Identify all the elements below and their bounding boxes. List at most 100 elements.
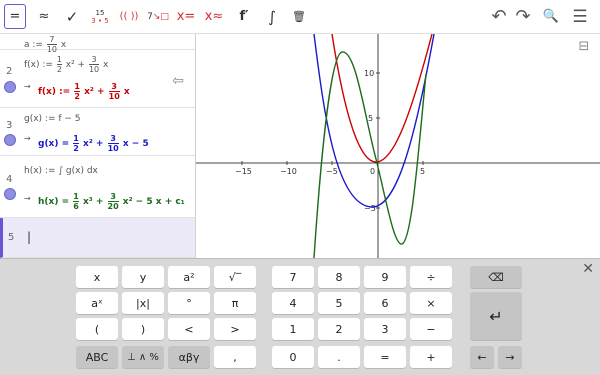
substitute-button[interactable]: 7 ↘□ — [146, 4, 170, 29]
abc-key[interactable]: ABC — [76, 346, 118, 368]
fraction-bottom: 3 • 5 — [91, 16, 109, 25]
redo-button[interactable]: ↷ — [512, 4, 534, 29]
key-abs[interactable]: |x| — [122, 292, 164, 314]
key-a-power-x[interactable]: aˣ — [76, 292, 118, 314]
key-5[interactable]: 5 — [318, 292, 360, 314]
greek-key[interactable]: αβγ — [168, 346, 210, 368]
check-button[interactable]: ✓ — [60, 4, 84, 29]
row-number: 2 — [6, 66, 13, 77]
row3-out-mid: x² + — [79, 139, 107, 149]
key-greater-than[interactable]: > — [214, 318, 256, 340]
approx-button[interactable]: ≈ — [32, 4, 56, 29]
key-sqrt[interactable]: √‾ — [214, 266, 256, 288]
enter-key[interactable]: ↵ — [470, 292, 522, 340]
close-keyboard-icon[interactable]: ✕ — [582, 261, 594, 277]
key-0[interactable]: 0 — [272, 346, 314, 368]
row4-out-lhs: h(x) = — [38, 197, 73, 207]
undo-button[interactable]: ↶ — [488, 4, 510, 29]
key-8[interactable]: 8 — [318, 266, 360, 288]
row3-out-frac1: 12 — [73, 134, 79, 153]
algebra-input-field[interactable]: | — [27, 230, 31, 244]
visibility-toggle[interactable] — [4, 188, 16, 200]
equals-button[interactable]: = — [4, 4, 26, 29]
algebra-input-row[interactable]: 5 | — [0, 218, 195, 258]
row2-out-lhs: f(x) := — [38, 87, 74, 97]
key-9[interactable]: 9 — [364, 266, 406, 288]
key-6[interactable]: 6 — [364, 292, 406, 314]
algebra-row-3[interactable]: 3 g(x) := f − 5 → g(x) = 12 x² + 3 10 x −… — [0, 108, 195, 156]
key-equals[interactable]: = — [364, 346, 406, 368]
left-arrow-key[interactable]: ← — [470, 346, 494, 368]
arrow-icon: → — [24, 194, 31, 203]
row2-out-frac2: 3 10 — [108, 82, 120, 101]
visibility-toggle[interactable] — [4, 134, 16, 146]
row4-out-frac1-den: 6 — [73, 201, 79, 211]
key-divide[interactable]: ÷ — [410, 266, 452, 288]
row3-input: g(x) := f − 5 — [24, 114, 81, 124]
row4-output: h(x) = 16 x³ + 3 20 x² − 5 x + c₁ — [38, 192, 185, 211]
derivative-button[interactable]: f′ — [232, 4, 256, 29]
key-decimal[interactable]: . — [318, 346, 360, 368]
solve-button[interactable]: x= — [174, 4, 198, 29]
toolbar: = ≈ ✓ 15 3 • 5 (( )) 7 ↘□ x= x≈ f′ ∫ 🗑 ↶ … — [0, 0, 600, 34]
factor-button[interactable]: (( )) — [116, 4, 142, 29]
key-pi[interactable]: π — [214, 292, 256, 314]
row-number: 4 — [6, 174, 13, 185]
key-less-than[interactable]: < — [168, 318, 210, 340]
row3-out-tail: x − 5 — [119, 139, 149, 149]
visibility-toggle[interactable] — [4, 81, 16, 93]
row4-out-tail: x² − 5 x + c₁ — [119, 197, 185, 207]
delete-button[interactable]: 🗑 — [288, 4, 310, 29]
row2-out-frac1-num: 1 — [74, 82, 80, 91]
algebra-view: a := 7 10 x 2 f(x) := 12 x² + 3 10 x → f(x… — [0, 34, 196, 258]
row2-input: f(x) := 12 x² + 3 10 x — [24, 55, 108, 74]
key-4[interactable]: 4 — [272, 292, 314, 314]
key-x[interactable]: x — [76, 266, 118, 288]
menu-button[interactable]: ☰ — [568, 4, 592, 29]
key-open-paren[interactable]: ( — [76, 318, 118, 340]
key-3[interactable]: 3 — [364, 318, 406, 340]
backspace-key[interactable]: ⌫ — [470, 266, 522, 288]
curve-f[interactable] — [331, 34, 433, 163]
key-a-squared[interactable]: a² — [168, 266, 210, 288]
graph-canvas[interactable]: −15 −10 −5 0 5 10 5 −5 — [196, 34, 600, 258]
x-tick-label: −5 — [326, 167, 338, 176]
row2-out-tail: x — [120, 87, 130, 97]
row4-out-mid: x³ + — [79, 197, 107, 207]
arrow-icon: → — [24, 82, 31, 91]
key-degree[interactable]: ° — [168, 292, 210, 314]
algebra-row-1[interactable]: a := 7 10 x — [0, 34, 195, 54]
symbols-key[interactable]: ⊥ ∧ % — [122, 346, 164, 368]
key-1[interactable]: 1 — [272, 318, 314, 340]
key-7[interactable]: 7 — [272, 266, 314, 288]
y-tick-label: 5 — [368, 114, 373, 123]
key-close-paren[interactable]: ) — [122, 318, 164, 340]
style-bar-toggle-icon[interactable]: ⊟ — [574, 36, 594, 56]
search-button[interactable]: 🔍 — [540, 4, 562, 29]
key-plus[interactable]: + — [410, 346, 452, 368]
row2-frac1-den: 2 — [56, 64, 62, 74]
curve-h[interactable] — [313, 51, 427, 258]
row4-input: h(x) := ∫ g(x) dx — [24, 166, 98, 176]
nsolve-button[interactable]: x≈ — [202, 4, 226, 29]
right-arrow-key[interactable]: → — [498, 346, 522, 368]
key-2[interactable]: 2 — [318, 318, 360, 340]
key-multiply[interactable]: × — [410, 292, 452, 314]
row2-out-frac1-den: 2 — [74, 91, 80, 101]
key-comma[interactable]: , — [214, 346, 256, 368]
algebra-row-4[interactable]: 4 h(x) := ∫ g(x) dx → h(x) = 16 x³ + 3 20… — [0, 156, 195, 218]
x-tick-label: 0 — [370, 167, 375, 176]
row2-out-frac1: 12 — [74, 82, 80, 101]
row3-out-frac2-num: 3 — [110, 134, 116, 143]
fraction-button[interactable]: 15 3 • 5 — [88, 4, 112, 29]
x-tick-label: −10 — [280, 167, 297, 176]
graphics-view[interactable]: −15 −10 −5 0 5 10 5 −5 ⊟ — [196, 34, 600, 258]
algebra-toggle-icon[interactable]: ⇦ — [164, 70, 192, 92]
row2-frac1: 12 — [56, 55, 62, 74]
key-y[interactable]: y — [122, 266, 164, 288]
row3-out-frac2: 3 10 — [107, 134, 119, 153]
x-tick-label: −15 — [235, 167, 252, 176]
row2-frac2: 3 10 — [88, 55, 100, 74]
key-minus[interactable]: − — [410, 318, 452, 340]
integral-button[interactable]: ∫ — [260, 4, 284, 29]
